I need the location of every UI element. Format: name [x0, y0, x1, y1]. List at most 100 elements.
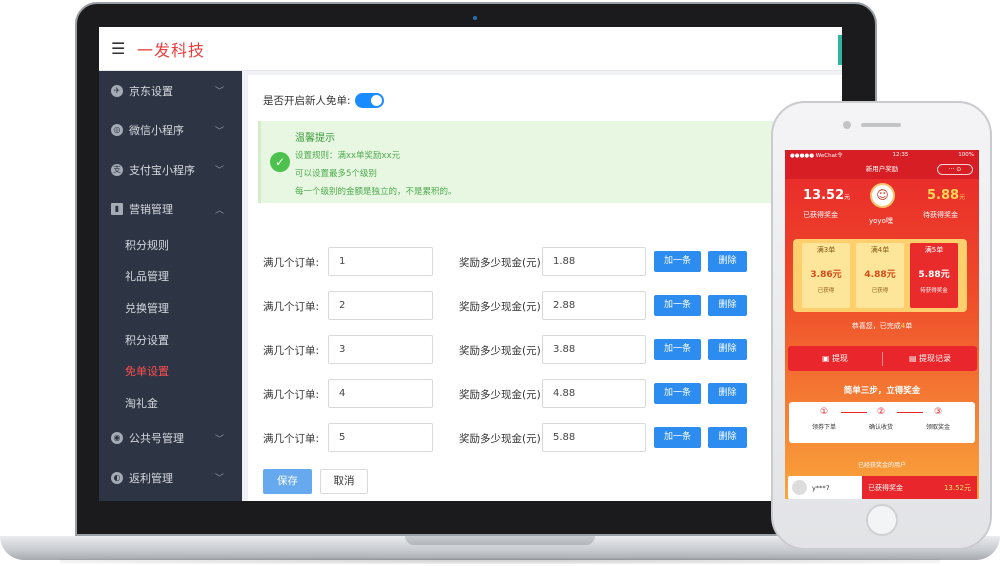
app-header: ☰ 一发科技	[99, 27, 842, 71]
sidebar-subitem-label: 礼品管理	[125, 270, 169, 284]
step-label: 领取奖金	[925, 424, 950, 431]
orders-input[interactable]: 1	[328, 247, 433, 276]
level-title: 满3单	[816, 246, 836, 254]
marketing-mockup: ☰ 一发科技 ✈ 京东设置 ﹀ ◎ 微信小程序 ﹀ 支 支付宝小程序 ﹀ ▮ 营…	[0, 0, 1000, 566]
new-user-free-order-row: 是否开启新人免单:	[263, 93, 384, 108]
sidebar-item-alipay-miniapp[interactable]: 支 支付宝小程序 ﹀	[99, 150, 242, 190]
orders-label: 满几个订单:	[263, 345, 320, 357]
sidebar-subitem-exchange-management[interactable]: 兑换管理	[99, 292, 242, 324]
brand-title: 一发科技	[137, 40, 206, 60]
battery-status: 100%	[958, 151, 974, 158]
laptop-base-notch	[405, 536, 595, 545]
withdraw-button[interactable]: ▣ 提现	[788, 353, 882, 364]
new-user-free-order-toggle[interactable]	[354, 93, 384, 108]
sidebar-subitem-taolijin[interactable]: 淘礼金	[99, 387, 242, 419]
laptop-shadow	[60, 558, 940, 564]
reward-input[interactable]: 5.88	[542, 423, 646, 452]
orders-label: 满几个订单:	[263, 433, 320, 445]
header-accent	[838, 35, 842, 65]
sidebar-item-label: 支付宝小程序	[129, 163, 195, 177]
delete-row-button[interactable]: 删除	[708, 295, 747, 316]
sidebar-item-marketing[interactable]: ▮ 营销管理 ︿	[99, 190, 242, 230]
reward-input[interactable]: 2.88	[542, 291, 646, 320]
step: ① 领券下单	[799, 407, 849, 431]
level-status: 待获得奖金	[920, 288, 948, 294]
orders-input[interactable]: 4	[328, 379, 433, 408]
phone-home-button[interactable]	[866, 504, 898, 536]
earned-label: 已获得奖金	[803, 211, 838, 219]
marketing-icon: ▮	[111, 203, 123, 216]
congrats-text: 恭喜您，已完成4单	[785, 321, 979, 331]
sidebar-subitem-label: 免单设置	[125, 365, 169, 379]
add-row-button[interactable]: 加一条	[654, 383, 701, 404]
phone-screen: ●●●●● WeChat令 12:35 100% 新用户奖励 ··· ⊙ 13.…	[785, 150, 979, 499]
winner-row: y***7 已获得奖金 13.52元	[788, 475, 977, 499]
sidebar-item-label: 微信小程序	[129, 124, 184, 138]
free-order-settings-panel: 是否开启新人免单: ✓ 温馨提示 设置规则：满xx单奖励xx元 可以设置最多5个…	[248, 75, 842, 501]
level-value: 4.88元	[864, 270, 896, 280]
sidebar-subitem-gift-management[interactable]: 礼品管理	[99, 261, 242, 293]
level-cards: 满3单 3.86元 已获得 满4单 4.88元 已获得 满5单 5.88元 待获…	[793, 239, 967, 312]
delete-row-button[interactable]: 删除	[708, 383, 747, 404]
sidebar-subitem-points-rules[interactable]: 积分规则	[99, 229, 242, 261]
orders-input[interactable]: 5	[328, 423, 433, 452]
winner-reward-text: 已获得奖金	[868, 483, 903, 492]
chevron-up-icon: ︿	[214, 205, 224, 216]
sidebar-subitem-label: 淘礼金	[125, 396, 158, 410]
step: ③ 领取奖金	[913, 407, 963, 431]
steps-card: ① 领券下单 ② 确认收货 ③ 领取奖金	[789, 402, 975, 443]
pending-label: 待获得奖金	[923, 211, 958, 219]
add-row-button[interactable]: 加一条	[654, 251, 701, 272]
add-row-button[interactable]: 加一条	[654, 339, 701, 360]
orders-input[interactable]: 3	[328, 335, 433, 364]
orders-input[interactable]: 2	[328, 291, 433, 320]
nav-title: 新用户奖励	[865, 165, 899, 173]
sidebar-subitem-points-settings[interactable]: 积分设置	[99, 324, 242, 356]
miniapp-capsule-button[interactable]: ··· ⊙	[937, 164, 973, 175]
steps-title: 简单三步，立得奖金	[843, 386, 921, 396]
reward-input[interactable]: 3.88	[542, 335, 646, 364]
tip-line-rule: 设置规则：满xx单奖励xx元	[295, 151, 401, 161]
withdraw-record-button[interactable]: ▤ 提现记录	[883, 353, 977, 364]
reward-summary: 13.52元 已获得奖金 ☺ yoyo嘿 5.88元 待获得奖金	[785, 179, 979, 231]
wechat-miniapp-icon: ◎	[111, 124, 123, 137]
add-row-button[interactable]: 加一条	[654, 427, 701, 448]
reward-input[interactable]: 4.88	[542, 379, 646, 408]
delete-row-button[interactable]: 删除	[708, 339, 747, 360]
sidebar-item-jd-settings[interactable]: ✈ 京东设置 ﹀	[99, 71, 242, 111]
delete-row-button[interactable]: 删除	[708, 427, 747, 448]
avatar	[792, 480, 807, 495]
reward-label: 奖励多少现金(元):	[459, 345, 545, 357]
sidebar-item-rebate[interactable]: ◐ 返利管理 ﹀	[99, 458, 242, 498]
chevron-down-icon: ﹀	[214, 434, 224, 445]
save-button[interactable]: 保存	[263, 469, 312, 494]
carrier-status: ●●●●● WeChat令	[790, 152, 843, 159]
reward-input[interactable]: 1.88	[542, 247, 646, 276]
step-label: 领券下单	[811, 424, 836, 431]
admin-screen: ☰ 一发科技 ✈ 京东设置 ﹀ ◎ 微信小程序 ﹀ 支 支付宝小程序 ﹀ ▮ 营…	[99, 27, 842, 501]
phone-nav-bar: 新用户奖励 ··· ⊙	[785, 159, 979, 179]
tip-box: ✓ 温馨提示 设置规则：满xx单奖励xx元 可以设置最多5个级别 每一个级别的金…	[258, 121, 842, 203]
tip-line-max-levels: 可以设置最多5个级别	[295, 169, 377, 179]
sidebar-subitem-label: 积分设置	[125, 333, 169, 347]
sidebar-subitem-free-order-settings[interactable]: 免单设置	[99, 355, 242, 387]
sidebar-item-wechat-miniapp[interactable]: ◎ 微信小程序 ﹀	[99, 111, 242, 151]
reward-label: 奖励多少现金(元):	[459, 389, 545, 401]
phone-camera-icon	[843, 121, 851, 129]
toggle-label: 是否开启新人免单:	[263, 95, 351, 107]
level-status: 已获得	[871, 288, 889, 294]
sidebar: ✈ 京东设置 ﹀ ◎ 微信小程序 ﹀ 支 支付宝小程序 ﹀ ▮ 营销管理 ︿ 积…	[99, 71, 242, 501]
rule-row: 满几个订单: 4 奖励多少现金(元): 4.88 加一条 删除	[248, 379, 842, 409]
congrats-prefix: 恭喜您，已完成	[851, 322, 901, 330]
level-value: 5.88元	[918, 270, 950, 280]
delete-row-button[interactable]: 删除	[708, 251, 747, 272]
winner-reward: 已获得奖金 13.52元	[862, 475, 977, 499]
withdraw-record-label: 提现记录	[919, 354, 952, 363]
winners-title: 已经获奖金的用户	[857, 462, 906, 469]
sidebar-item-official-account[interactable]: ◉ 公共号管理 ﹀	[99, 419, 242, 459]
menu-icon[interactable]: ☰	[111, 40, 127, 57]
sidebar-subitem-label: 兑换管理	[125, 301, 169, 315]
rebate-icon: ◐	[111, 471, 123, 484]
cancel-button[interactable]: 取消	[320, 469, 368, 494]
add-row-button[interactable]: 加一条	[654, 295, 701, 316]
